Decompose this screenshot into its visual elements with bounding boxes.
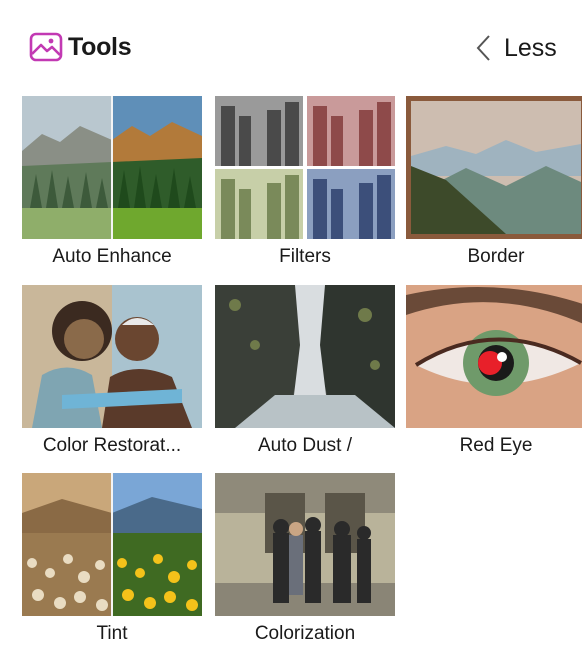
red-eye-thumbnail bbox=[406, 285, 582, 428]
tool-red-eye[interactable]: Red Eye bbox=[406, 285, 582, 456]
tool-label: Red Eye bbox=[459, 435, 533, 456]
border-thumbnail bbox=[406, 96, 582, 239]
color-restoration-thumbnail bbox=[22, 285, 202, 428]
tool-label: Border bbox=[467, 246, 525, 267]
tool-auto-enhance[interactable]: Auto Enhance bbox=[22, 96, 202, 267]
tools-header: Tools Less bbox=[0, 0, 582, 90]
tool-label: Tint bbox=[96, 623, 128, 644]
photo-tools-icon bbox=[28, 30, 64, 64]
panel-title: Tools bbox=[68, 32, 132, 61]
tool-label: Filters bbox=[279, 246, 331, 267]
tool-color-restoration[interactable]: Color Restorat... bbox=[22, 285, 202, 456]
filters-thumbnail bbox=[215, 96, 395, 239]
tool-label: Auto Enhance bbox=[52, 246, 172, 267]
less-label: Less bbox=[504, 33, 557, 62]
tool-colorization[interactable]: Colorization bbox=[215, 473, 395, 644]
tool-label: Color Restorat... bbox=[42, 435, 182, 456]
less-button[interactable]: Less bbox=[474, 30, 557, 66]
auto-dust-thumbnail bbox=[215, 285, 395, 428]
tool-border[interactable]: Border bbox=[406, 96, 582, 267]
tool-label: Colorization bbox=[254, 623, 356, 644]
tool-auto-dust[interactable]: Auto Dust / bbox=[215, 285, 395, 456]
chevron-left-icon bbox=[474, 33, 492, 63]
tool-label: Auto Dust / bbox=[258, 435, 352, 456]
tool-tint[interactable]: Tint bbox=[22, 473, 202, 644]
tool-filters[interactable]: Filters bbox=[215, 96, 395, 267]
tools-title-group: Tools bbox=[28, 30, 132, 64]
colorization-thumbnail bbox=[215, 473, 395, 616]
auto-enhance-thumbnail bbox=[22, 96, 202, 239]
tint-thumbnail bbox=[22, 473, 202, 616]
